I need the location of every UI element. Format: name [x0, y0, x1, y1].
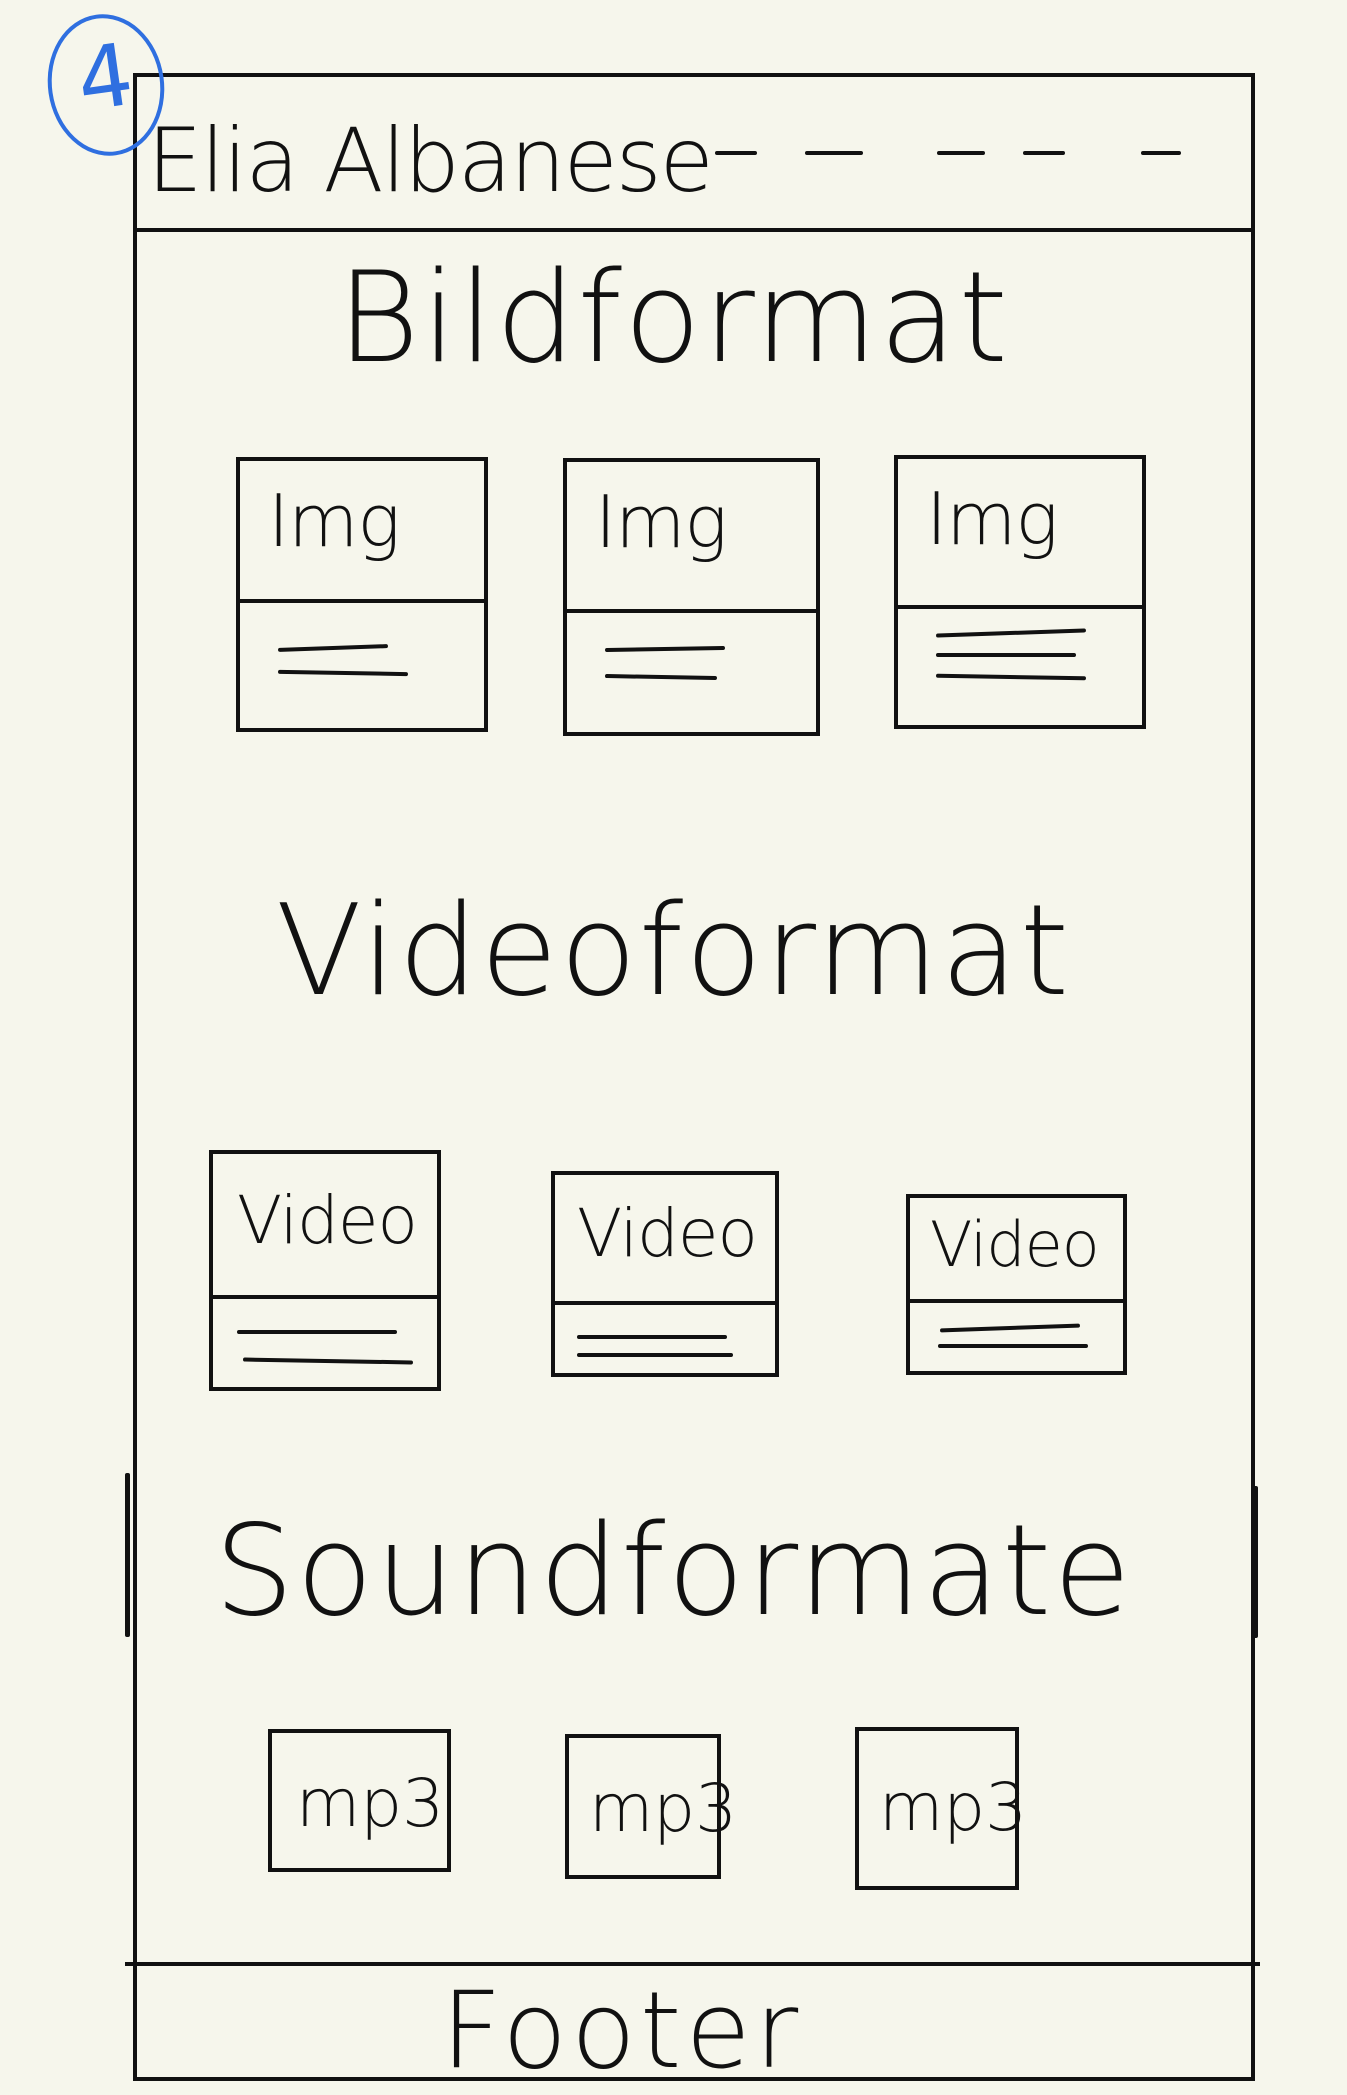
card-text-line [237, 1330, 397, 1334]
nav-link-placeholder[interactable] [715, 151, 757, 155]
page-number: 4 [70, 24, 140, 132]
card-text-line [277, 669, 409, 677]
image-card[interactable]: Img [894, 455, 1146, 729]
nav-link-placeholder[interactable] [1141, 151, 1181, 155]
video-placeholder: Video [910, 1198, 1123, 1303]
video-card[interactable]: Video [551, 1171, 779, 1377]
audio-card-label: mp3 [296, 1765, 445, 1842]
header: Elia Albanese [133, 73, 1255, 232]
audio-card[interactable]: mp3 [268, 1729, 451, 1872]
card-text-line [242, 1357, 414, 1365]
frame-side-stroke [1253, 1486, 1258, 1638]
image-card[interactable]: Img [563, 458, 820, 736]
card-text-line [577, 1335, 727, 1339]
card-text-line [938, 1344, 1088, 1348]
video-placeholder: Video [555, 1175, 775, 1305]
video-placeholder: Video [213, 1154, 437, 1299]
audio-card[interactable]: mp3 [565, 1734, 737, 1879]
card-text-line [935, 628, 1087, 638]
nav-link-placeholder[interactable] [805, 151, 863, 155]
site-title[interactable]: Elia Albanese [147, 117, 714, 205]
image-placeholder: Img [898, 459, 1142, 609]
frame-side-stroke [125, 1473, 130, 1637]
video-card-label: Video [237, 1182, 418, 1259]
card-text-line [936, 653, 1076, 657]
image-section-heading: Bildformat [337, 244, 1010, 391]
image-card[interactable]: Img [236, 457, 488, 732]
card-text-line [277, 644, 389, 652]
video-section-heading: Videoformat [275, 877, 1072, 1024]
audio-card-label: mp3 [879, 1769, 1028, 1846]
card-text-line [604, 674, 718, 680]
card-text-line [604, 645, 726, 653]
image-placeholder: Img [240, 461, 484, 603]
audio-card[interactable]: mp3 [855, 1727, 1027, 1890]
footer-label: Footer [441, 1969, 803, 2092]
card-text-line [935, 673, 1087, 681]
nav-link-placeholder[interactable] [1023, 151, 1065, 155]
image-card-label: Img [595, 480, 728, 564]
audio-card-label: mp3 [589, 1770, 738, 1847]
footer-divider [125, 1962, 1260, 1966]
image-placeholder: Img [567, 462, 816, 613]
card-text-line [577, 1353, 733, 1357]
sound-section-heading: Soundformate [214, 1497, 1133, 1644]
image-card-label: Img [268, 479, 401, 563]
video-card[interactable]: Video [906, 1194, 1127, 1375]
video-card[interactable]: Video [209, 1150, 441, 1391]
video-card-label: Video [577, 1195, 758, 1272]
card-text-line [939, 1323, 1081, 1333]
video-card-label: Video [930, 1208, 1100, 1281]
nav-link-placeholder[interactable] [937, 151, 985, 155]
image-card-label: Img [926, 477, 1059, 561]
